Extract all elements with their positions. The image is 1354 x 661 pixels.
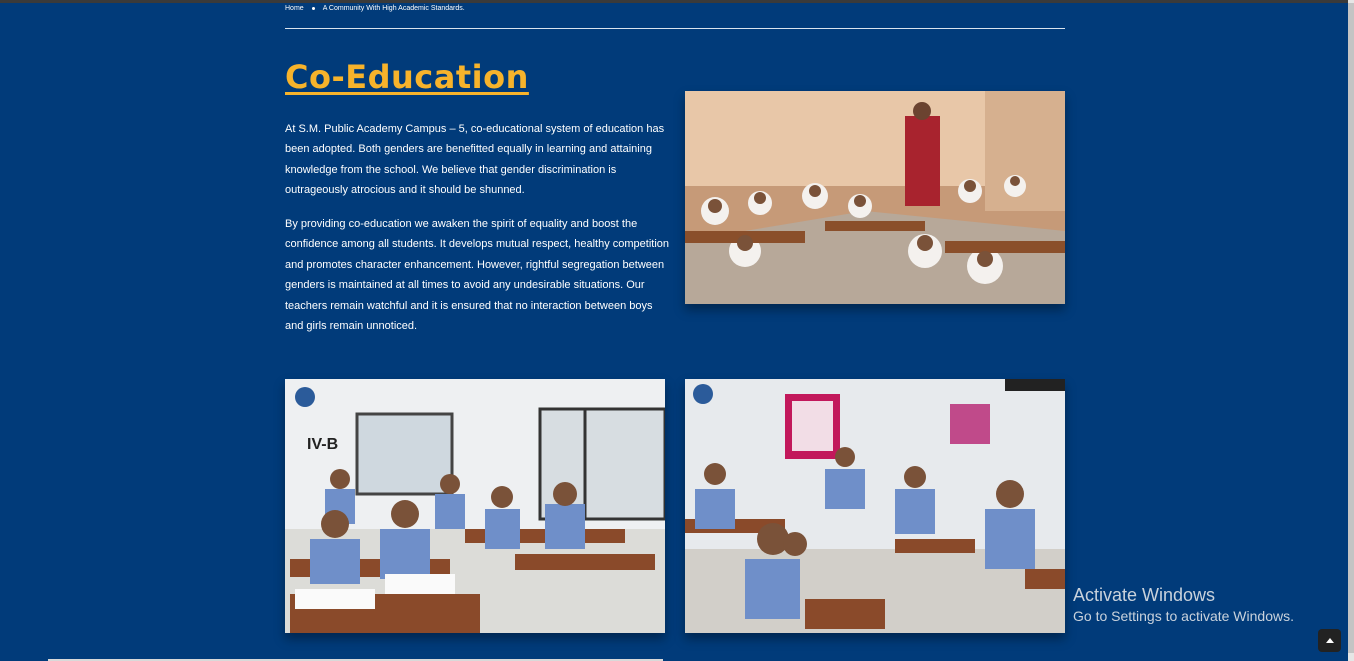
activate-windows-watermark: Activate Windows Go to Settings to activ…: [1073, 585, 1294, 625]
classroom-sign-text: IV-B: [307, 436, 338, 453]
watermark-subtitle: Go to Settings to activate Windows.: [1073, 608, 1294, 624]
breadcrumb-home-link[interactable]: Home: [285, 5, 304, 12]
classroom-ivb-photo: IV-B: [285, 379, 665, 633]
detail-paragraph: By providing co-education we awaken the …: [285, 218, 670, 333]
scrollbar-thumb[interactable]: [1348, 3, 1354, 653]
back-to-top-button[interactable]: [1318, 629, 1341, 652]
breadcrumb-current: A Community With High Academic Standards…: [322, 5, 465, 12]
breadcrumb-separator-icon: [311, 7, 315, 10]
watermark-title: Activate Windows: [1073, 585, 1216, 605]
page-title: Co-Education: [285, 58, 529, 96]
cheering-students-photo: [685, 379, 1065, 633]
school-logo-icon: [295, 387, 315, 407]
intro-paragraph: At S.M. Public Academy Campus – 5, co-ed…: [285, 123, 665, 197]
classroom-sign: IV-B: [307, 436, 338, 453]
page-scrollbar[interactable]: [1348, 0, 1354, 661]
school-logo-icon-2: [693, 384, 713, 404]
breadcrumb: Home A Community With High Academic Stan…: [285, 5, 465, 12]
browser-top-edge: [0, 0, 1354, 3]
header-divider: [285, 28, 1065, 29]
chevron-up-icon: [1325, 638, 1334, 643]
classroom-teacher-photo: [685, 91, 1065, 304]
